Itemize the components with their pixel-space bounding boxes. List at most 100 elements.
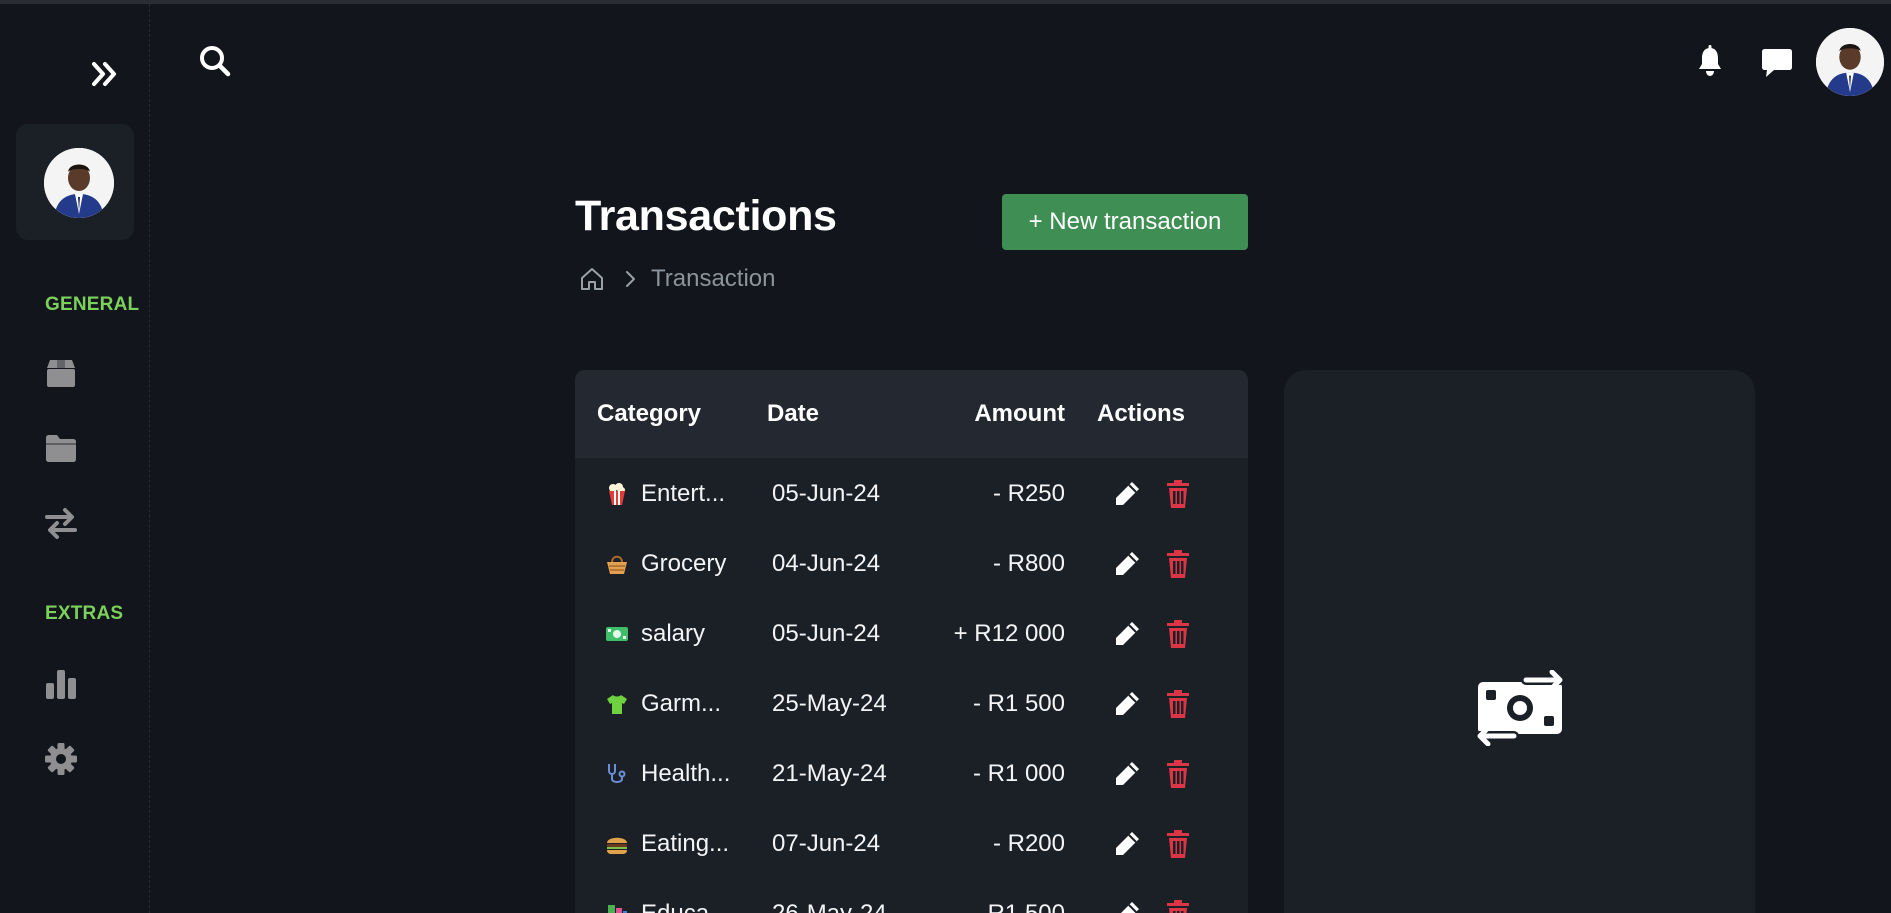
amount-cell: - R800 xyxy=(992,550,1065,577)
table-row[interactable]: salary 05-Jun-24 + R12 000 xyxy=(575,599,1248,669)
amount-cell: - R1 500 xyxy=(972,690,1065,717)
money-transfer-icon xyxy=(1475,670,1565,746)
bar-chart-icon xyxy=(46,670,76,699)
window-top-border xyxy=(0,0,1891,4)
chevron-right-icon xyxy=(626,271,635,287)
cash-icon xyxy=(606,627,628,641)
user-avatar[interactable] xyxy=(1816,28,1884,96)
tshirt-icon xyxy=(607,695,627,714)
trash-icon xyxy=(1167,550,1189,578)
date-cell: 07-Jun-24 xyxy=(772,830,881,857)
delete-button[interactable] xyxy=(1163,899,1193,913)
date-cell: 26-May-24 xyxy=(772,879,887,913)
category-cell: Garm... xyxy=(605,669,721,739)
pencil-icon xyxy=(1116,832,1139,855)
sidebar-avatar[interactable] xyxy=(44,148,114,218)
sidebar-item-transactions[interactable] xyxy=(44,506,78,540)
search-button[interactable] xyxy=(198,44,232,78)
category-cell: Health... xyxy=(605,739,730,809)
pencil-icon xyxy=(1116,482,1139,505)
sidebar-item-reports[interactable] xyxy=(44,667,78,701)
delete-button[interactable] xyxy=(1163,689,1193,719)
pencil-icon xyxy=(1116,762,1139,785)
category-label: Grocery xyxy=(641,550,727,577)
popcorn-icon xyxy=(609,483,625,505)
expand-sidebar-button[interactable] xyxy=(90,56,120,92)
amount-cell: + R12 000 xyxy=(953,620,1065,647)
page-title: Transactions xyxy=(575,192,837,240)
user-photo-icon xyxy=(1816,28,1884,96)
amount-cell: - R200 xyxy=(992,830,1065,857)
breadcrumb: Transaction xyxy=(579,264,776,294)
amount-cell: - R250 xyxy=(992,480,1065,507)
sidebar-item-folder[interactable] xyxy=(44,431,78,465)
delete-button[interactable] xyxy=(1163,619,1193,649)
new-transaction-button[interactable]: + New transaction xyxy=(1002,194,1248,250)
edit-button[interactable] xyxy=(1112,479,1142,509)
date-cell: 21-May-24 xyxy=(772,760,887,787)
notifications-button[interactable] xyxy=(1695,45,1725,77)
date-cell: 04-Jun-24 xyxy=(772,550,881,577)
category-label: Entert... xyxy=(641,480,726,507)
edit-button[interactable] xyxy=(1112,759,1142,789)
edit-button[interactable] xyxy=(1112,899,1142,913)
delete-button[interactable] xyxy=(1163,829,1193,859)
table-row[interactable]: Educa... 26-May-24 - R1 500 xyxy=(575,879,1248,913)
stethoscope-icon xyxy=(608,764,626,783)
category-cell: Grocery xyxy=(605,529,726,599)
messages-button[interactable] xyxy=(1761,46,1793,78)
pencil-icon xyxy=(1121,902,1139,913)
category-label: Educa... xyxy=(641,900,729,913)
burger-icon xyxy=(607,837,627,854)
column-actions: Actions xyxy=(1097,400,1186,427)
trash-icon xyxy=(1167,760,1189,788)
transaction-illustration-card xyxy=(1284,370,1755,913)
date-cell: 25-May-24 xyxy=(772,690,887,717)
home-icon[interactable] xyxy=(579,266,605,292)
box-icon xyxy=(47,360,75,387)
bell-icon xyxy=(1699,45,1721,76)
sidebar-item-settings[interactable] xyxy=(44,742,78,776)
trash-icon xyxy=(1167,480,1189,508)
breadcrumb-current: Transaction xyxy=(651,265,776,292)
folder-icon xyxy=(46,435,76,462)
general-section-label: GENERAL xyxy=(45,294,140,315)
table-header: Category Date Amount Actions xyxy=(575,370,1248,458)
edit-button[interactable] xyxy=(1112,829,1142,859)
category-cell: Eating... xyxy=(605,809,729,879)
table-row[interactable]: Eating... 07-Jun-24 - R200 xyxy=(575,809,1248,879)
table-row[interactable]: Health... 21-May-24 - R1 000 xyxy=(575,739,1248,809)
category-cell: Educa... xyxy=(605,879,729,913)
column-amount[interactable]: Amount xyxy=(970,400,1065,428)
delete-button[interactable] xyxy=(1163,759,1193,789)
pencil-icon xyxy=(1116,552,1139,575)
table-row[interactable]: Entert... 05-Jun-24 - R250 xyxy=(575,459,1248,529)
search-icon xyxy=(200,46,231,77)
basket-icon xyxy=(607,555,627,574)
pencil-icon xyxy=(1116,622,1139,645)
sidebar: GENERAL EXTRAS xyxy=(0,4,150,913)
column-date[interactable]: Date xyxy=(767,400,819,428)
edit-button[interactable] xyxy=(1112,549,1142,579)
delete-button[interactable] xyxy=(1163,479,1193,509)
edit-button[interactable] xyxy=(1112,689,1142,719)
gear-icon xyxy=(45,743,77,775)
trash-icon xyxy=(1167,900,1189,913)
table-row[interactable]: Garm... 25-May-24 - R1 500 xyxy=(575,669,1248,739)
chat-icon xyxy=(1762,49,1792,77)
column-category[interactable]: Category xyxy=(597,400,701,428)
delete-button[interactable] xyxy=(1163,549,1193,579)
transactions-table: Category Date Amount Actions Entert... 0… xyxy=(575,370,1248,913)
category-cell: Entert... xyxy=(605,459,725,529)
books-icon xyxy=(608,905,627,913)
category-label: Eating... xyxy=(641,830,730,857)
trash-icon xyxy=(1167,830,1189,858)
double-chevron-right-icon xyxy=(92,62,116,86)
category-label: salary xyxy=(641,620,706,647)
trash-icon xyxy=(1167,690,1189,718)
table-row[interactable]: Grocery 04-Jun-24 - R800 xyxy=(575,529,1248,599)
edit-button[interactable] xyxy=(1112,619,1142,649)
extras-section-label: EXTRAS xyxy=(45,603,124,624)
sidebar-item-box[interactable] xyxy=(44,356,78,390)
profile-card xyxy=(16,124,134,240)
